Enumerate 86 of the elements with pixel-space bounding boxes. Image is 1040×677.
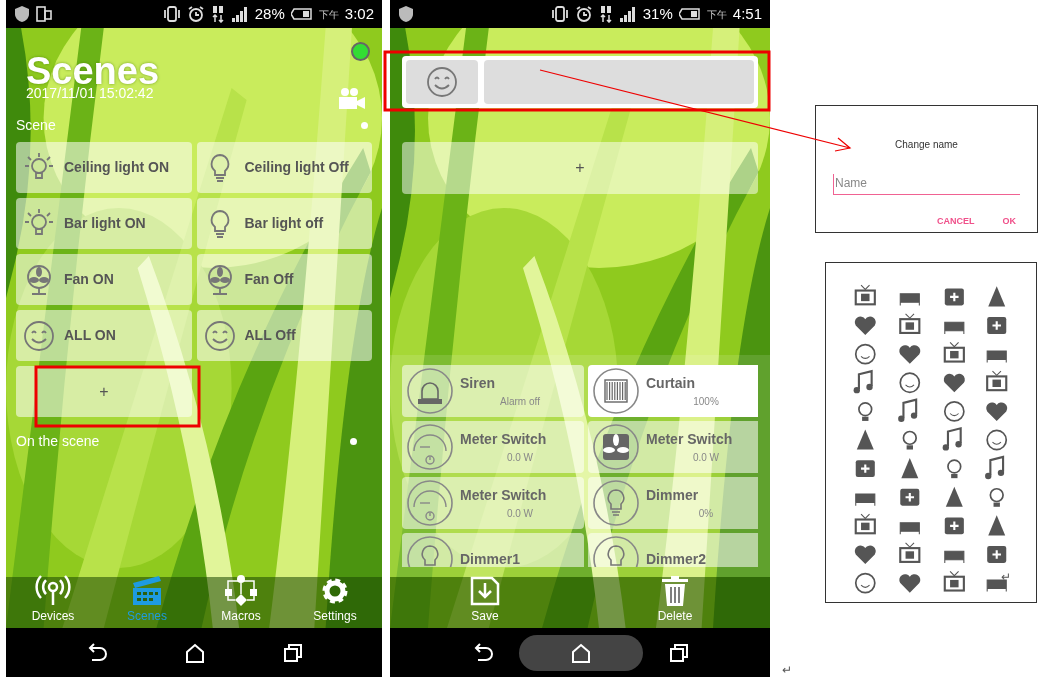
scene-tile[interactable]: Fan Off (196, 254, 372, 305)
section-label: On the scene (16, 432, 100, 451)
device-name: Meter Switch (646, 430, 734, 449)
signal-icon (230, 6, 249, 22)
siren-icon (406, 367, 454, 415)
smiley-icon (22, 318, 56, 353)
scene-tile[interactable]: Ceiling light Off (196, 142, 372, 193)
device-status: 0.0 W (505, 507, 535, 521)
save-icon (469, 575, 501, 607)
curtain-icon (592, 367, 640, 415)
device-name: Curtain (646, 374, 696, 393)
dialog-button[interactable]: CANCEL (937, 215, 975, 229)
battery-icon (678, 7, 701, 21)
device-tile[interactable]: Meter Switch 0.0 W (588, 421, 758, 473)
time-period: 下午 (318, 7, 339, 22)
delete-button[interactable]: Delete (580, 577, 770, 628)
gauge-icon (406, 423, 454, 471)
mobile-data-icon (210, 5, 225, 23)
device-status: 100% (692, 395, 720, 409)
movie-camera-icon (336, 87, 366, 111)
alarm-clock-icon (186, 5, 205, 23)
light-bulb-icon (592, 479, 640, 527)
device-status: 0% (697, 507, 715, 521)
vibrate-icon (162, 5, 181, 23)
scene-tile[interactable]: ALL ON (16, 310, 192, 361)
device-status: 0.0 W (505, 451, 535, 465)
dialog-title: Change name (895, 138, 958, 152)
smiley-icon (425, 65, 459, 99)
device-tile[interactable]: Siren Alarm off (402, 365, 584, 417)
device-tile[interactable]: Curtain 100% (588, 365, 758, 417)
device-tile[interactable]: Dimmer 0% (588, 477, 758, 529)
add-device-button[interactable]: + (402, 142, 758, 194)
signal-icon (618, 6, 637, 22)
device-name: Dimmer2 (646, 549, 706, 567)
trash-icon (659, 575, 691, 607)
scene-tile[interactable]: Ceiling light ON (16, 142, 192, 193)
scene-tile[interactable]: Fan ON (16, 254, 192, 305)
paragraph-mark: ↵ (1001, 569, 1011, 586)
antenna-icon (35, 575, 71, 607)
clock-time: 4:51 (732, 3, 762, 24)
scene-icon-button[interactable] (406, 60, 478, 104)
device-name: Dimmer1 (460, 549, 520, 567)
alarm-clock-icon (574, 5, 593, 23)
fan-icon (592, 423, 640, 471)
device-status: Alarm off (499, 395, 541, 409)
shield-icon (14, 5, 30, 23)
flowchart-icon (223, 575, 259, 607)
tab[interactable]: Devices (6, 577, 100, 628)
add-scene-button[interactable]: + (16, 366, 192, 417)
device-name: Meter Switch (460, 430, 548, 449)
device-tile[interactable]: Meter Switch 0.0 W (402, 421, 584, 473)
scene-tile[interactable]: ALL Off (196, 310, 372, 361)
gauge-icon (406, 479, 454, 527)
battery-percent: 31% (642, 3, 673, 24)
page-dot (361, 122, 368, 129)
page-dot (350, 438, 357, 445)
home-button[interactable] (519, 634, 643, 671)
device-name: Siren (460, 374, 496, 393)
save-button[interactable]: Save (390, 577, 580, 628)
device-tile[interactable]: Meter Switch 0.0 W (402, 477, 584, 529)
home-icon (571, 642, 591, 663)
time-period: 下午 (706, 7, 727, 22)
home-icon (185, 642, 205, 663)
paragraph-mark: ↵ (782, 663, 793, 677)
scene-tile[interactable]: Bar light off (196, 198, 372, 249)
battery-icon (290, 7, 313, 21)
section-label: Scene (16, 116, 56, 135)
device-name: Meter Switch (460, 486, 548, 505)
smiley-icon (202, 318, 237, 353)
mobile-data-icon (598, 5, 613, 23)
tab[interactable]: Macros (194, 577, 288, 628)
recent-apps-icon (669, 642, 689, 663)
tab[interactable]: Settings (288, 577, 382, 628)
vibrate-icon (550, 5, 569, 23)
name-field[interactable]: Name (833, 174, 1020, 195)
clock-time: 3:02 (344, 3, 374, 24)
battery-percent: 28% (254, 3, 285, 24)
device-tile[interactable]: Dimmer2 (588, 533, 758, 567)
scene-name-field[interactable] (484, 60, 754, 104)
device-status: 0.0 W (691, 451, 721, 465)
shield-icon (398, 5, 414, 23)
device-tile[interactable]: Dimmer1 (402, 533, 584, 567)
dialog-button[interactable]: OK (1002, 215, 1016, 229)
device-name: Dimmer (646, 486, 700, 505)
recent-apps-icon (283, 642, 303, 663)
scene-tile[interactable]: Bar light ON (16, 198, 192, 249)
